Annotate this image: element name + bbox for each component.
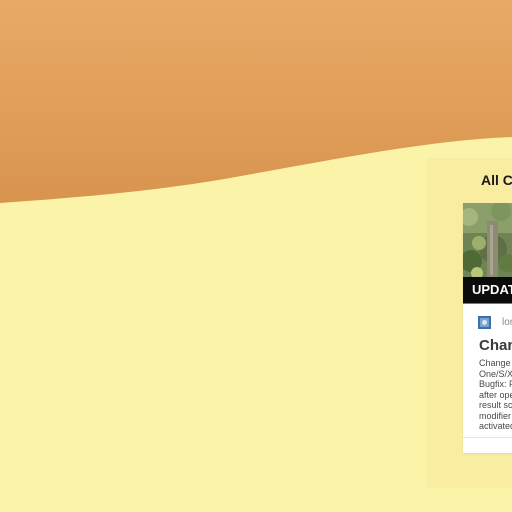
excerpt-line: Bugfix: F <box>479 379 512 389</box>
article-excerpt: Change l One/S/X Bugfix: F after ope res… <box>479 358 512 432</box>
excerpt-line: Change l <box>479 358 512 368</box>
card-divider <box>463 437 512 438</box>
excerpt-line: One/S/X <box>479 368 512 379</box>
update-badge: UPDATE <box>463 277 512 303</box>
sidebar-panel: All Cl UPDATE <box>427 158 512 488</box>
article-title[interactable]: Chan <box>479 337 512 354</box>
article-thumbnail[interactable]: UPDATE <box>463 203 512 304</box>
excerpt-line: after ope <box>479 389 512 400</box>
article-card[interactable]: UPDATE lor Chan Change l One/S/X Bugfix:… <box>463 203 512 453</box>
author-avatar-icon <box>478 316 491 329</box>
author-name[interactable]: lor <box>502 316 512 329</box>
excerpt-line: result sc <box>479 400 512 410</box>
excerpt-line: activated <box>479 421 512 431</box>
panel-title: All Cl <box>481 172 512 188</box>
excerpt-line: modifier <box>479 410 512 421</box>
